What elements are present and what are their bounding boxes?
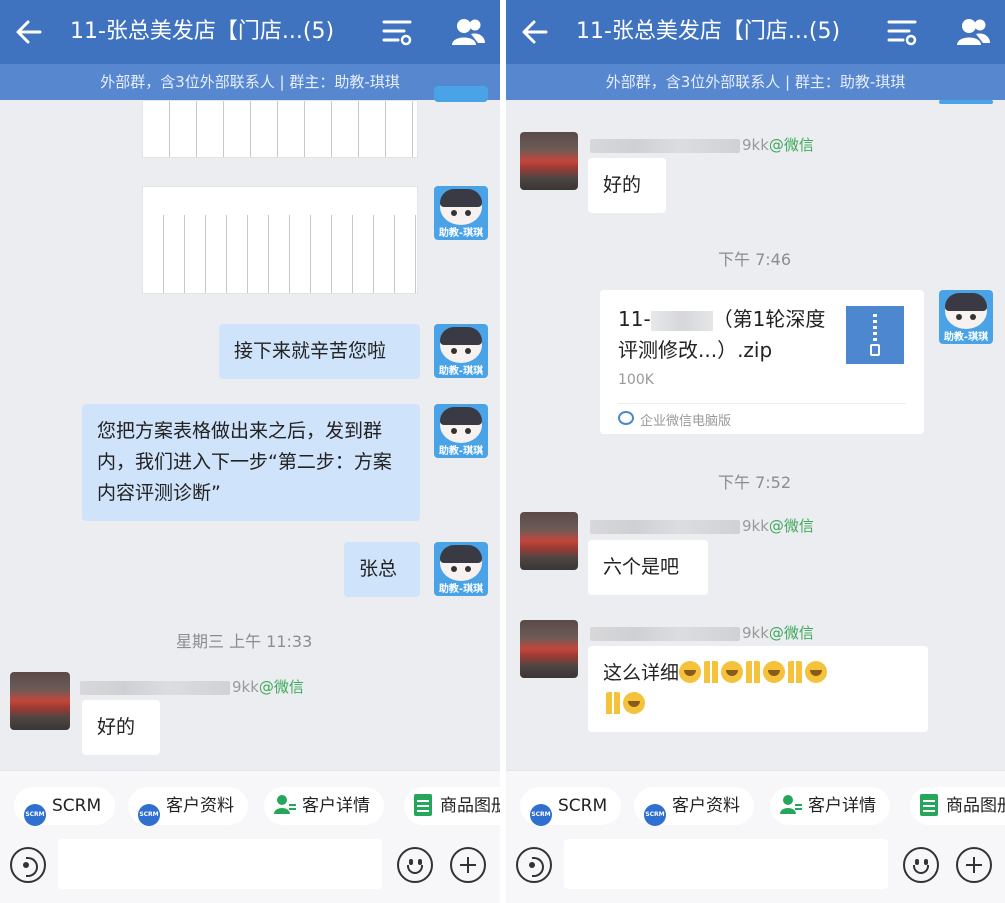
contact-avatar[interactable]	[520, 512, 578, 570]
image-message-table-1[interactable]	[142, 100, 418, 158]
divider	[618, 403, 906, 404]
message-bubble[interactable]: 接下来就辛苦您啦	[219, 324, 420, 379]
timestamp: 星期三 上午 11:33	[176, 632, 313, 651]
message-bubble[interactable]: 张总	[344, 542, 420, 597]
helper-avatar[interactable]: 助教-琪琪	[434, 186, 488, 240]
voice-icon[interactable]	[10, 847, 46, 883]
helper-avatar[interactable]: 助教-琪琪	[939, 290, 993, 344]
customer-info-chip[interactable]: SCRM 客户资料	[634, 787, 754, 826]
pray-emoji-icon	[785, 661, 806, 683]
helper-avatar[interactable]	[434, 86, 488, 102]
zip-file-icon	[846, 306, 904, 364]
chat-title[interactable]: 11-张总美发店【门店...(5)	[576, 14, 840, 50]
customer-detail-chip[interactable]: 客户详情	[264, 787, 384, 825]
blurred-name	[590, 138, 740, 153]
contact-avatar[interactable]	[520, 620, 578, 678]
file-name: 11- （第1轮深度评测修改...）.zip	[618, 307, 826, 362]
sender-name: 9kk@微信	[80, 676, 304, 697]
filter-icon[interactable]	[885, 15, 919, 49]
helper-avatar[interactable]: 助教-琪琪	[434, 404, 488, 458]
chat-header: 11-张总美发店【门店...(5)	[0, 0, 500, 64]
group-info-bar[interactable]: 外部群，含3位外部联系人 | 群主：助教-琪琪	[506, 64, 1005, 100]
product-album-chip[interactable]: 商品图册	[404, 787, 500, 825]
album-icon	[414, 794, 432, 816]
sender-name: 9kk@微信	[590, 515, 814, 536]
chat-title[interactable]: 11-张总美发店【门店...(5)	[70, 14, 334, 50]
contact-avatar[interactable]	[10, 672, 70, 730]
blurred-name	[590, 626, 740, 641]
user-card-icon	[780, 795, 802, 814]
pray-emoji-icon	[603, 692, 623, 714]
chat-header: 11-张总美发店【门店...(5)	[506, 0, 1005, 64]
customer-detail-chip[interactable]: 客户详情	[770, 787, 890, 825]
emoji-icon[interactable]	[397, 847, 433, 883]
helper-avatar[interactable]	[939, 100, 993, 104]
message-input[interactable]	[58, 839, 382, 889]
product-album-chip[interactable]: 商品图册	[910, 787, 1005, 825]
scrm-icon: SCRM	[24, 804, 46, 826]
emoji-icon[interactable]	[903, 847, 939, 883]
user-card-icon	[274, 795, 296, 814]
scrm-icon: SCRM	[644, 804, 666, 826]
group-info-bar[interactable]: 外部群，含3位外部联系人 | 群主：助教-琪琪	[0, 64, 500, 100]
input-toolbar: SCRMSCRM SCRM客户资料 客户详情 商品图册	[506, 770, 1005, 903]
scrm-chip[interactable]: SCRM SCRM	[14, 787, 116, 826]
helper-avatar[interactable]: 助教-琪琪	[434, 542, 488, 596]
helper-avatar[interactable]: 助教-琪琪	[434, 324, 488, 378]
message-bubble[interactable]: 好的	[588, 158, 666, 213]
input-toolbar: SCRMSCRM SCRM客户资料 客户详情 商品图册	[0, 770, 500, 903]
members-icon[interactable]	[955, 15, 991, 49]
laugh-cry-emoji-icon	[805, 661, 828, 683]
message-input[interactable]	[564, 839, 888, 889]
file-source: 企业微信电脑版	[640, 414, 732, 429]
pray-emoji-icon	[701, 661, 722, 683]
plus-icon[interactable]	[450, 847, 486, 883]
laugh-cry-emoji-icon	[721, 661, 744, 683]
scrm-icon: SCRM	[138, 804, 160, 826]
sender-name: 9kk@微信	[590, 622, 814, 643]
blurred-name	[590, 519, 740, 534]
filter-icon[interactable]	[380, 15, 414, 49]
plus-icon[interactable]	[956, 847, 992, 883]
message-bubble[interactable]: 您把方案表格做出来之后，发到群内，我们进入下一步“第二步：方案内容评测诊断”	[82, 404, 420, 521]
voice-icon[interactable]	[516, 847, 552, 883]
left-chat-screen: 11-张总美发店【门店...(5) 外部群，含3位外部联系人 | 群主：助教-琪…	[0, 0, 500, 903]
timestamp: 下午 7:46	[718, 250, 792, 269]
laugh-cry-emoji-icon	[679, 661, 702, 683]
laugh-cry-emoji-icon	[623, 692, 645, 714]
laugh-cry-emoji-icon	[763, 661, 786, 683]
album-icon	[920, 794, 938, 816]
scrm-icon: SCRM	[530, 804, 552, 826]
back-arrow-icon[interactable]	[520, 14, 550, 50]
members-icon[interactable]	[450, 15, 486, 49]
sender-name: 9kk@微信	[590, 134, 814, 155]
customer-info-chip[interactable]: SCRM 客户资料	[128, 787, 248, 826]
blurred-name	[80, 680, 230, 695]
message-bubble[interactable]: 六个是吧	[588, 540, 708, 595]
file-message[interactable]: 11- （第1轮深度评测修改...）.zip 100K 企业微信电脑版	[600, 290, 924, 434]
wecom-icon	[618, 411, 634, 425]
message-bubble[interactable]: 好的	[82, 700, 160, 755]
message-bubble[interactable]: 这么详细	[588, 646, 928, 732]
scrm-chip[interactable]: SCRM SCRM	[520, 787, 622, 826]
timestamp: 下午 7:52	[718, 473, 792, 492]
contact-avatar[interactable]	[520, 132, 578, 190]
blurred-filename	[650, 310, 713, 331]
right-chat-screen: 11-张总美发店【门店...(5) 外部群，含3位外部联系人 | 群主：助教-琪…	[506, 0, 1005, 903]
file-size: 100K	[618, 372, 654, 388]
pray-emoji-icon	[743, 661, 764, 683]
back-arrow-icon[interactable]	[14, 14, 44, 50]
image-message-table-2[interactable]	[142, 186, 418, 294]
